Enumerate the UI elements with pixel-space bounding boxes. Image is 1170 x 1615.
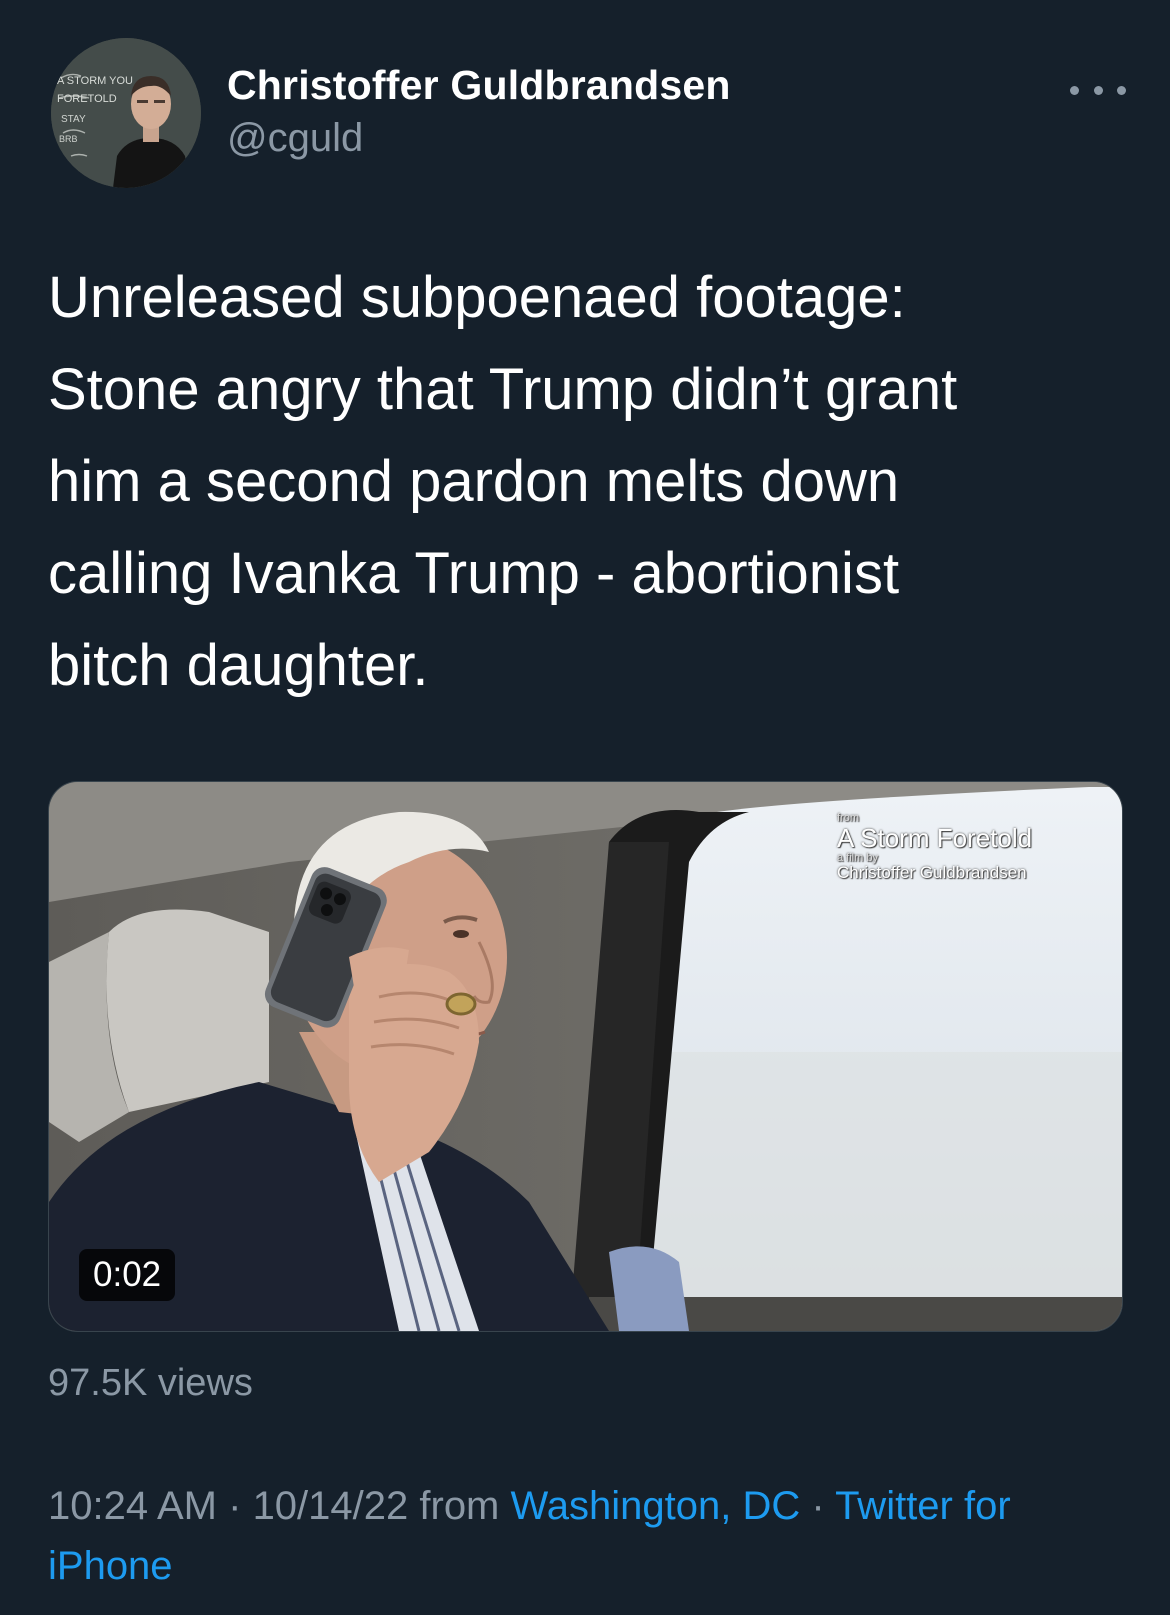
- tweet-text: Unreleased subpoenaed footage: Stone ang…: [48, 252, 1128, 712]
- avatar-chalk-line-4: BRB: [59, 134, 78, 144]
- more-horizontal-icon: [1070, 85, 1079, 95]
- avatar-chalk-line-1: A STORM YOU: [57, 75, 133, 87]
- video-watermark: from A Storm Foretold a film by Christof…: [837, 812, 1032, 882]
- video-duration-badge: 0:02: [79, 1249, 176, 1301]
- avatar-image: A STORM YOU FORETOLD STAY BRB: [51, 38, 201, 188]
- more-horizontal-icon: [1093, 85, 1103, 95]
- meta-from-word: from: [408, 1484, 511, 1528]
- avatar-chalk-line-3: STAY: [61, 114, 86, 125]
- more-horizontal-icon: [1117, 85, 1126, 95]
- meta-separator: ·: [800, 1484, 836, 1528]
- tweet-meta: 10:24 AM · 10/14/22 from Washington, DC …: [48, 1476, 1138, 1596]
- tweet-text-line: him a second pardon melts down: [48, 449, 900, 514]
- author-handle[interactable]: @cguld: [227, 116, 363, 161]
- tweet-text-line: bitch daughter.: [48, 633, 429, 698]
- tweet-text-line: calling Ivanka Trump - abortionist: [48, 541, 900, 606]
- location-link[interactable]: Washington, DC: [511, 1484, 801, 1528]
- view-count: 97.5K views: [48, 1362, 253, 1404]
- more-options-button[interactable]: [1070, 72, 1126, 108]
- watermark-title: A Storm Foretold: [837, 823, 1033, 853]
- watermark-author: Christoffer Guldbrandsen: [837, 863, 1027, 882]
- tweet-time[interactable]: 10:24 AM: [48, 1484, 217, 1528]
- meta-separator: ·: [217, 1484, 253, 1528]
- avatar[interactable]: A STORM YOU FORETOLD STAY BRB: [51, 38, 201, 188]
- author-name[interactable]: Christoffer Guldbrandsen: [227, 62, 731, 109]
- tweet-text-line: Unreleased subpoenaed footage:: [48, 265, 906, 330]
- video-player[interactable]: from A Storm Foretold a film by Christof…: [48, 781, 1123, 1332]
- tweet-date[interactable]: 10/14/22: [253, 1484, 409, 1528]
- tweet-text-line: Stone angry that Trump didn’t grant: [48, 357, 958, 422]
- avatar-chalk-line-2: FORETOLD: [57, 93, 117, 105]
